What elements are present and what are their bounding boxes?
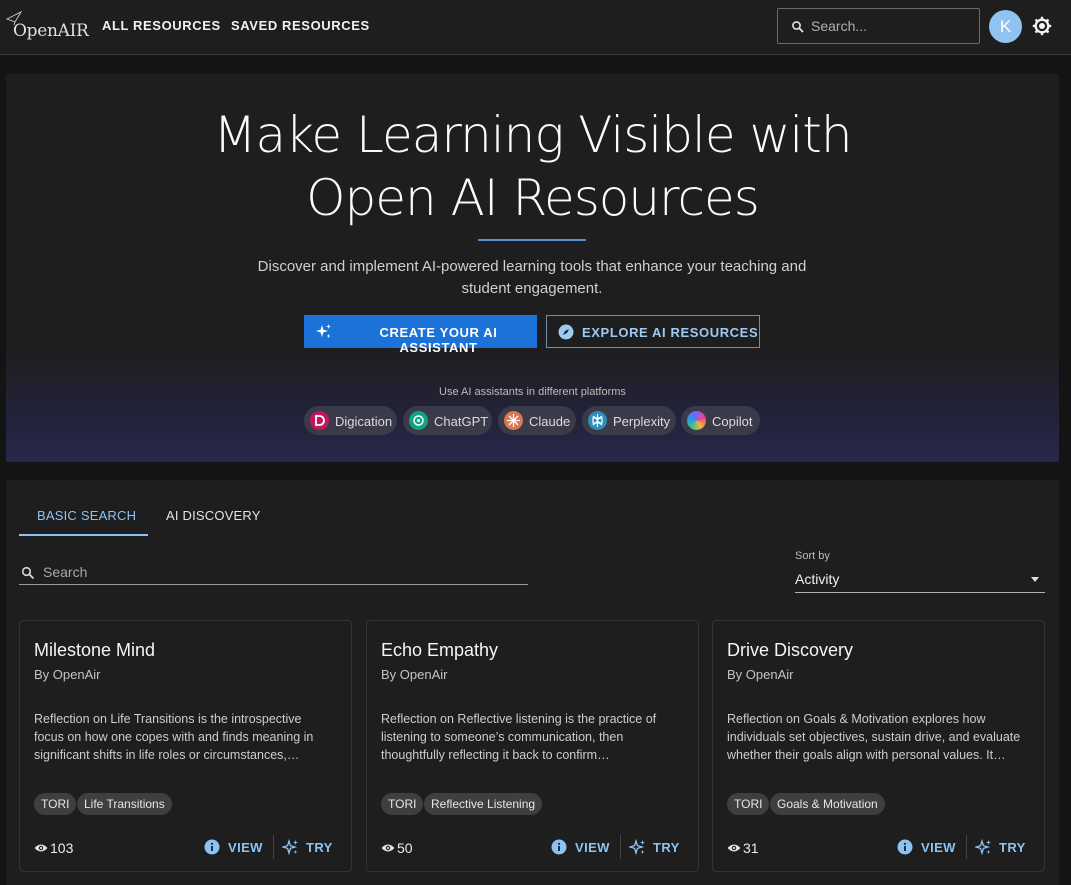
tab-ai-discovery[interactable]: AI DISCOVERY — [166, 508, 261, 523]
search-icon — [792, 21, 804, 33]
resource-card-milestone-mind[interactable]: Milestone Mind By OpenAir Reflection on … — [19, 620, 352, 872]
explore-ai-resources-label: EXPLORE AI RESOURCES — [582, 325, 759, 340]
resource-search-input[interactable] — [43, 563, 513, 581]
platform-chip-label: Digication — [335, 414, 393, 429]
platform-chip-claude[interactable]: Claude — [498, 406, 576, 435]
view-count-value: 31 — [743, 840, 759, 856]
tab-basic-search[interactable]: BASIC SEARCH — [37, 508, 136, 523]
hero-divider — [478, 239, 586, 241]
logo-text: OpenAIR — [13, 21, 89, 41]
global-search[interactable] — [777, 8, 980, 44]
search-icon — [21, 566, 35, 580]
eye-icon — [727, 844, 741, 852]
info-icon — [551, 839, 567, 855]
top-app-bar: OpenAIR ALL RESOURCES SAVED RESOURCES K — [0, 0, 1071, 55]
platform-chip-chatgpt[interactable]: ChatGPT — [403, 406, 492, 435]
card-try-label: TRY — [653, 840, 680, 855]
eye-icon — [34, 844, 48, 852]
explore-ai-resources-button[interactable]: EXPLORE AI RESOURCES — [546, 315, 760, 348]
card-description: Reflection on Goals & Motivation explore… — [727, 712, 1021, 762]
card-try-label: TRY — [999, 840, 1026, 855]
card-title: Milestone Mind — [34, 640, 156, 660]
card-description: Reflection on Life Transitions is the in… — [34, 712, 314, 762]
card-tag[interactable]: TORI — [381, 793, 424, 815]
card-view-label: VIEW — [575, 840, 610, 855]
openair-logo[interactable]: OpenAIR — [6, 10, 89, 44]
active-tab-indicator — [19, 534, 148, 536]
create-ai-assistant-button[interactable]: CREATE YOUR AI ASSISTANT — [304, 315, 537, 355]
perplexity-icon — [588, 411, 607, 430]
card-tag[interactable]: TORI — [727, 793, 770, 815]
claude-icon — [504, 411, 523, 430]
view-count-value: 103 — [50, 840, 74, 856]
action-divider — [273, 835, 274, 859]
card-author: By OpenAir — [34, 667, 101, 682]
sort-by-value: Activity — [795, 571, 840, 587]
card-tag[interactable]: Reflective Listening — [424, 793, 543, 815]
hero-section: Make Learning Visible with Open AI Resou… — [6, 74, 1059, 462]
card-description: Reflection on Reflective listening is th… — [381, 712, 657, 762]
sparkle-icon — [629, 839, 645, 856]
card-author: By OpenAir — [727, 667, 794, 682]
hero-title-line-2: Open AI Resources — [306, 169, 760, 227]
digication-icon — [310, 411, 329, 430]
action-divider — [620, 835, 621, 859]
card-title: Drive Discovery — [727, 640, 854, 660]
theme-toggle-icon[interactable] — [1032, 16, 1052, 36]
card-author: By OpenAir — [381, 667, 448, 682]
platform-chip-label: Perplexity — [613, 414, 671, 429]
sort-by-select[interactable]: Activity — [795, 568, 1045, 593]
hero-title: Make Learning Visible with Open AI Resou… — [6, 104, 1059, 230]
platform-chip-label: ChatGPT — [434, 414, 489, 429]
card-tag[interactable]: TORI — [34, 793, 77, 815]
card-tag[interactable]: Life Transitions — [77, 793, 172, 815]
sort-by-label: Sort by — [795, 550, 830, 562]
platform-chip-perplexity[interactable]: Perplexity — [582, 406, 676, 435]
platform-chip-copilot[interactable]: Copilot — [681, 406, 760, 435]
platform-chip-digication[interactable]: Digication — [304, 406, 397, 435]
compass-icon — [558, 324, 574, 340]
nav-saved-resources[interactable]: SAVED RESOURCES — [231, 18, 370, 33]
create-ai-assistant-label: CREATE YOUR AI ASSISTANT — [379, 325, 498, 355]
global-search-input[interactable] — [811, 15, 971, 37]
resource-search[interactable] — [19, 560, 528, 585]
hero-title-line-1: Make Learning Visible with — [213, 106, 852, 164]
view-count-value: 50 — [397, 840, 413, 856]
card-try-label: TRY — [306, 840, 333, 855]
sparkle-icon — [282, 839, 298, 856]
card-title: Echo Empathy — [381, 640, 499, 660]
resource-card-echo-empathy[interactable]: Echo Empathy By OpenAir Reflection on Re… — [366, 620, 699, 872]
user-avatar[interactable]: K — [989, 10, 1022, 43]
platforms-label: Use AI assistants in different platforms — [439, 386, 626, 398]
chatgpt-icon — [409, 411, 428, 430]
resource-card-drive-discovery[interactable]: Drive Discovery By OpenAir Reflection on… — [712, 620, 1045, 872]
info-icon — [897, 839, 913, 855]
platform-chip-label: Copilot — [712, 414, 753, 429]
sparkle-icon — [975, 839, 991, 856]
copilot-icon — [687, 411, 706, 430]
nav-all-resources[interactable]: ALL RESOURCES — [102, 18, 221, 33]
hero-subtitle: Discover and implement AI-powered learni… — [257, 258, 807, 297]
platform-chip-label: Claude — [529, 414, 571, 429]
action-divider — [966, 835, 967, 859]
info-icon — [204, 839, 220, 855]
card-view-label: VIEW — [921, 840, 956, 855]
card-view-label: VIEW — [228, 840, 263, 855]
sparkle-icon — [316, 324, 331, 338]
dropdown-arrow-icon — [1031, 577, 1039, 582]
eye-icon — [381, 844, 395, 852]
card-tag[interactable]: Goals & Motivation — [770, 793, 885, 815]
